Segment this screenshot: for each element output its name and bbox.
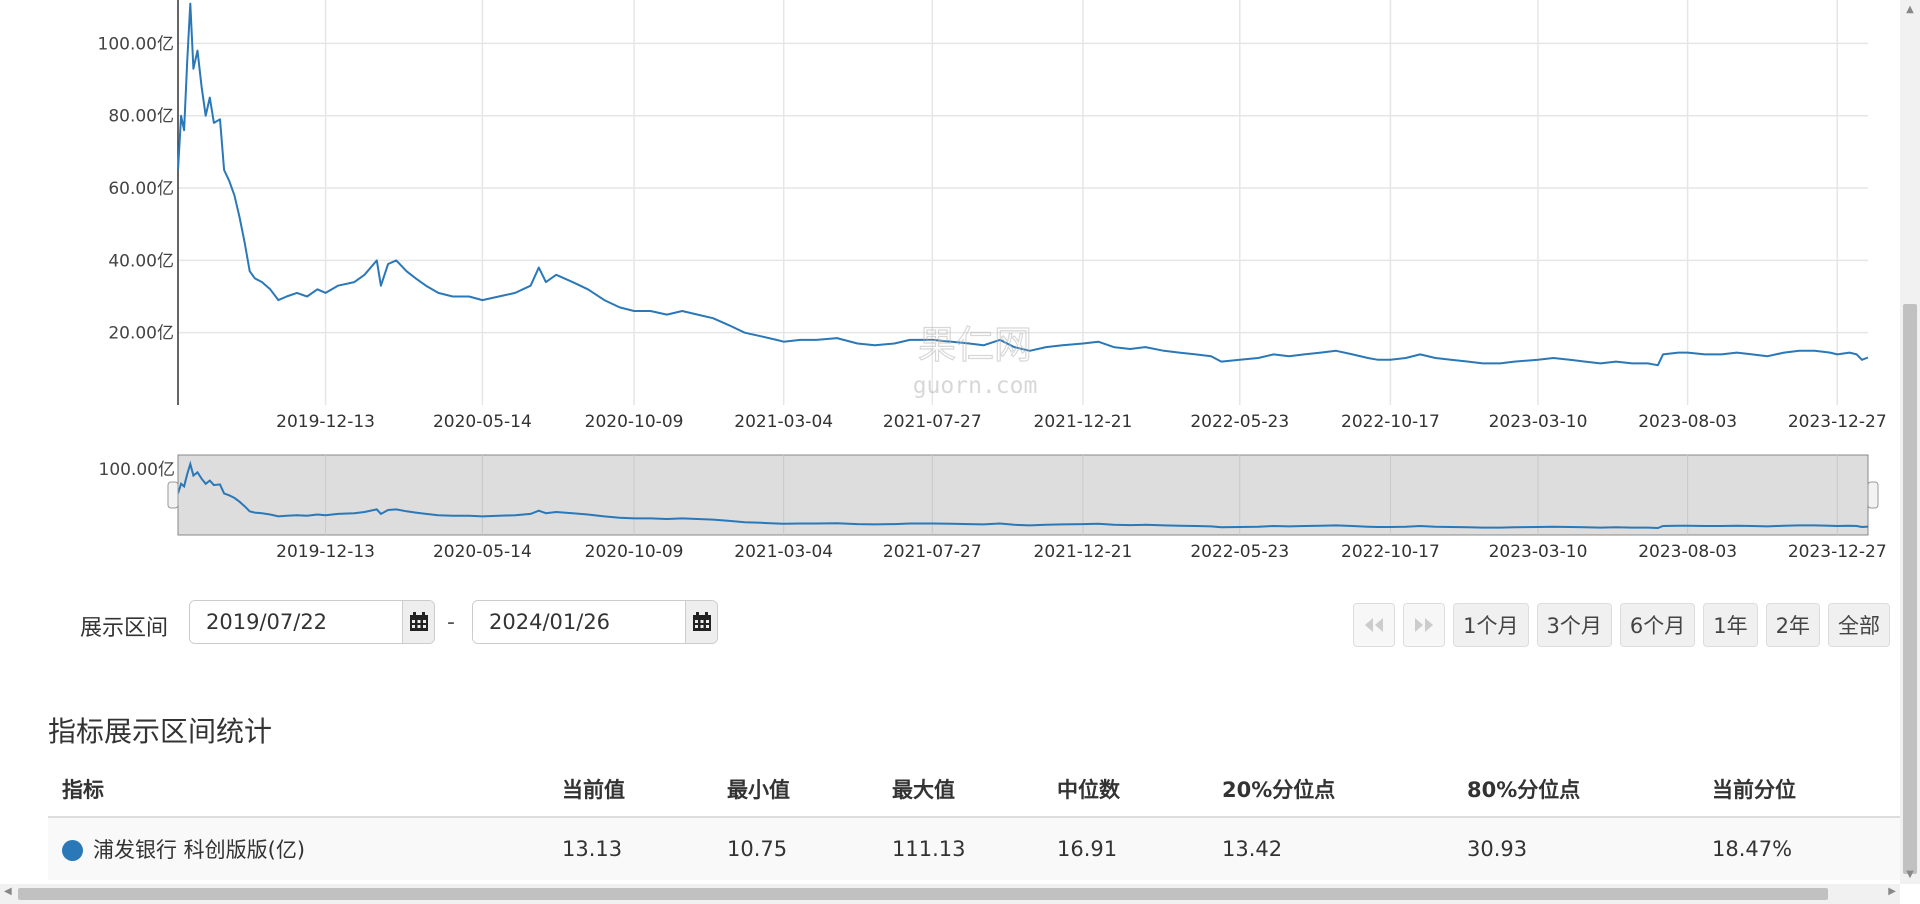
indicator-name: 浦发银行 科创版版(亿) — [93, 838, 306, 862]
max-value: 111.13 — [878, 817, 1043, 880]
header-current-percentile: 当前分位 — [1698, 762, 1900, 818]
vertical-scrollbar[interactable]: ▲ ▼ — [1900, 0, 1920, 884]
current-percentile-value: 18.47% — [1698, 817, 1900, 880]
scroll-up-arrow-icon[interactable]: ▲ — [1903, 4, 1917, 15]
double-right-arrow-icon — [1415, 618, 1434, 632]
range-2-year-button[interactable]: 2年 — [1765, 603, 1820, 647]
navigator-selection[interactable] — [177, 454, 1869, 536]
calendar-icon — [692, 612, 711, 631]
double-left-arrow-icon — [1365, 618, 1384, 632]
start-date-input[interactable] — [190, 601, 402, 643]
navigator-x-tick-label: 2020-10-09 — [585, 542, 684, 562]
scroll-left-arrow-icon[interactable]: ◀ — [4, 886, 12, 897]
navigator-y-label: 100.00亿 — [99, 460, 175, 480]
indicator-cell: 浦发银行 科创版版(亿) — [48, 817, 548, 880]
series-color-dot — [62, 840, 83, 861]
y-tick-label: 60.00亿 — [108, 179, 174, 199]
median-value: 16.91 — [1043, 817, 1208, 880]
y-axis-labels: 20.00亿 40.00亿 60.00亿 80.00亿 100.00亿 — [98, 34, 174, 343]
horizontal-scroll-thumb[interactable] — [18, 888, 1828, 900]
stats-header-row: 指标 当前值 最小值 最大值 中位数 20%分位点 80%分位点 当前分位 — [48, 762, 1900, 818]
header-max: 最大值 — [878, 762, 1043, 818]
navigator[interactable]: 100.00亿 2019-12-13 2020-05-14 2020-10-09 20… — [99, 454, 1887, 562]
navigator-x-tick-label: 2022-10-17 — [1341, 542, 1440, 562]
watermark-cn: 果仁网 — [918, 323, 1032, 367]
navigator-x-tick-label: 2023-12-27 — [1788, 542, 1887, 562]
start-date-picker-button[interactable] — [402, 601, 434, 643]
header-p80: 80%分位点 — [1453, 762, 1698, 818]
x-tick-label: 2023-12-27 — [1788, 412, 1887, 432]
horizontal-scrollbar[interactable]: ◀ ▶ — [0, 884, 1900, 904]
y-tick-label: 40.00亿 — [108, 251, 174, 271]
p80-value: 30.93 — [1453, 817, 1698, 880]
x-axis-labels: 2019-12-13 2020-05-14 2020-10-09 2021-03-04… — [276, 412, 1886, 432]
range-all-button[interactable]: 全部 — [1828, 603, 1890, 647]
date-separator: - — [447, 610, 455, 635]
table-row: 浦发银行 科创版版(亿) 13.13 10.75 111.13 16.91 13… — [48, 817, 1900, 880]
stats-title: 指标展示区间统计 — [48, 715, 273, 748]
range-3-month-button[interactable]: 3个月 — [1536, 603, 1612, 647]
y-tick-label: 100.00亿 — [98, 34, 174, 54]
range-1-month-button[interactable]: 1个月 — [1453, 603, 1529, 647]
header-current: 当前值 — [548, 762, 713, 818]
x-tick-label: 2019-12-13 — [276, 412, 375, 432]
navigator-x-labels: 2019-12-13 2020-05-14 2020-10-09 2021-03-04… — [276, 542, 1886, 562]
navigator-x-tick-label: 2020-05-14 — [433, 542, 532, 562]
x-tick-label: 2021-03-04 — [734, 412, 833, 432]
header-p20: 20%分位点 — [1208, 762, 1453, 818]
range-label: 展示区间 — [80, 616, 169, 641]
x-tick-label: 2022-05-23 — [1190, 412, 1289, 432]
end-date-field — [472, 600, 718, 644]
y-tick-label: 80.00亿 — [108, 107, 174, 127]
navigator-x-tick-label: 2021-07-27 — [883, 542, 982, 562]
start-date-field — [189, 600, 435, 644]
y-tick-label: 20.00亿 — [108, 324, 174, 344]
x-tick-label: 2021-07-27 — [883, 412, 982, 432]
stats-table: 指标 当前值 最小值 最大值 中位数 20%分位点 80%分位点 当前分位 浦发… — [48, 762, 1900, 880]
last-page-button[interactable] — [1403, 603, 1446, 647]
navigator-left-handle[interactable] — [167, 481, 179, 509]
header-min: 最小值 — [713, 762, 878, 818]
range-toolbar: 展示区间 - — [0, 600, 1890, 650]
header-indicator: 指标 — [48, 762, 548, 818]
watermark-en: guorn.com — [913, 373, 1038, 399]
end-date-picker-button[interactable] — [685, 601, 717, 643]
x-tick-label: 2022-10-17 — [1341, 412, 1440, 432]
range-1-year-button[interactable]: 1年 — [1703, 603, 1758, 647]
current-value: 13.13 — [548, 817, 713, 880]
x-tick-label: 2023-03-10 — [1489, 412, 1588, 432]
x-tick-label: 2020-05-14 — [433, 412, 532, 432]
navigator-x-tick-label: 2023-08-03 — [1638, 542, 1737, 562]
navigator-x-tick-label: 2019-12-13 — [276, 542, 375, 562]
scroll-down-arrow-icon[interactable]: ▼ — [1903, 869, 1917, 880]
p20-value: 13.42 — [1208, 817, 1453, 880]
x-tick-label: 2021-12-21 — [1034, 412, 1133, 432]
navigator-x-tick-label: 2021-03-04 — [734, 542, 833, 562]
range-buttons: 1个月 3个月 6个月 1年 2年 全部 — [1353, 603, 1890, 647]
navigator-x-tick-label: 2021-12-21 — [1034, 542, 1133, 562]
series-line — [177, 2, 1869, 367]
vertical-scroll-thumb[interactable] — [1903, 304, 1917, 874]
header-median: 中位数 — [1043, 762, 1208, 818]
navigator-x-tick-label: 2022-05-23 — [1190, 542, 1289, 562]
chart-area: 20.00亿 40.00亿 60.00亿 80.00亿 100.00亿 2019-12-… — [98, 0, 1887, 562]
end-date-input[interactable] — [473, 601, 685, 643]
scroll-right-arrow-icon[interactable]: ▶ — [1888, 886, 1896, 897]
x-tick-label: 2023-08-03 — [1638, 412, 1737, 432]
watermark: 果仁网 guorn.com — [913, 322, 1038, 399]
navigator-right-handle[interactable] — [1867, 481, 1879, 509]
navigator-x-tick-label: 2023-03-10 — [1489, 542, 1588, 562]
x-tick-label: 2020-10-09 — [585, 412, 684, 432]
range-6-month-button[interactable]: 6个月 — [1619, 603, 1696, 647]
first-page-button[interactable] — [1353, 603, 1396, 647]
min-value: 10.75 — [713, 817, 878, 880]
calendar-icon — [409, 612, 428, 631]
